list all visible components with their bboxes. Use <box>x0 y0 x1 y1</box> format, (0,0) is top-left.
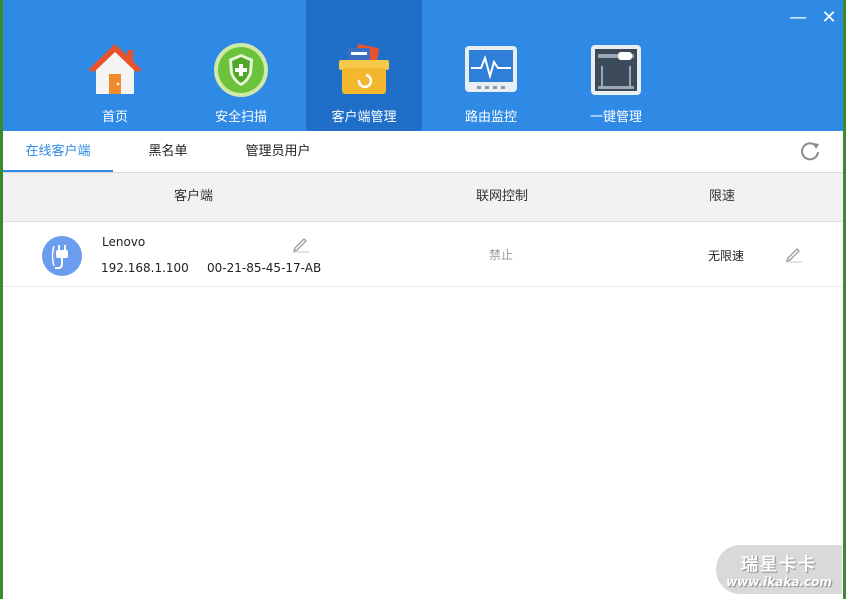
plug-icon <box>51 245 68 269</box>
nav-one-click-management-label: 一键管理 <box>589 110 642 125</box>
network-control-status[interactable]: 禁止 <box>489 246 513 263</box>
nav-security-scan[interactable]: 安全扫描 <box>183 0 299 131</box>
nav-security-scan-label: 安全扫描 <box>214 110 267 125</box>
nav-client-management-label: 客户端管理 <box>331 110 397 125</box>
tab-blacklist[interactable]: 黑名单 <box>133 131 203 172</box>
table-header: 客户端 联网控制 限速 <box>3 173 843 222</box>
edit-name-pencil-icon[interactable] <box>292 235 310 253</box>
speed-limit-value: 无限速 <box>708 249 745 263</box>
device-name: Lenovo <box>102 235 146 249</box>
close-button[interactable]: ✕ <box>818 8 840 28</box>
nav-client-management[interactable]: 客户端管理 <box>306 0 422 131</box>
minimize-button[interactable]: — <box>787 8 809 28</box>
tab-online-clients[interactable]: 在线客户端 <box>3 131 113 172</box>
app-window: — ✕ 首页 安全扫描 客户端管理 路由监控 一键管理 在线客户端 黑名单 管理… <box>3 0 843 599</box>
watermark-title: 瑞星卡卡 <box>741 555 817 575</box>
client-box-icon <box>339 44 389 94</box>
nav-route-monitor-label: 路由监控 <box>464 110 517 125</box>
table-row: Lenovo 192.168.1.100 00-21-85-45-17-AB 禁… <box>3 222 843 287</box>
edit-speed-pencil-icon[interactable] <box>785 245 803 263</box>
monitor-icon <box>465 46 517 92</box>
router-icon <box>591 45 641 95</box>
nav-home[interactable]: 首页 <box>57 0 173 131</box>
tab-admin-users[interactable]: 管理员用户 <box>238 131 318 172</box>
home-icon <box>88 44 142 94</box>
top-navigation-bar: — ✕ 首页 安全扫描 客户端管理 路由监控 一键管理 <box>3 0 843 131</box>
shield-icon <box>214 43 268 97</box>
nav-home-label: 首页 <box>101 110 128 125</box>
column-network-control: 联网控制 <box>476 189 529 204</box>
refresh-icon[interactable] <box>799 140 821 162</box>
sub-tab-bar: 在线客户端 黑名单 管理员用户 <box>3 131 843 173</box>
device-mac: 00-21-85-45-17-AB <box>207 261 322 275</box>
column-speed-limit: 限速 <box>709 189 736 204</box>
column-client: 客户端 <box>174 189 214 204</box>
device-ip: 192.168.1.100 <box>101 261 189 275</box>
nav-one-click-management[interactable]: 一键管理 <box>558 0 674 131</box>
ikaka-watermark: 瑞星卡卡 www.ikaka.com <box>716 545 842 594</box>
nav-route-monitor[interactable]: 路由监控 <box>433 0 549 131</box>
watermark-url: www.ikaka.com <box>726 575 832 589</box>
device-avatar <box>42 236 82 276</box>
